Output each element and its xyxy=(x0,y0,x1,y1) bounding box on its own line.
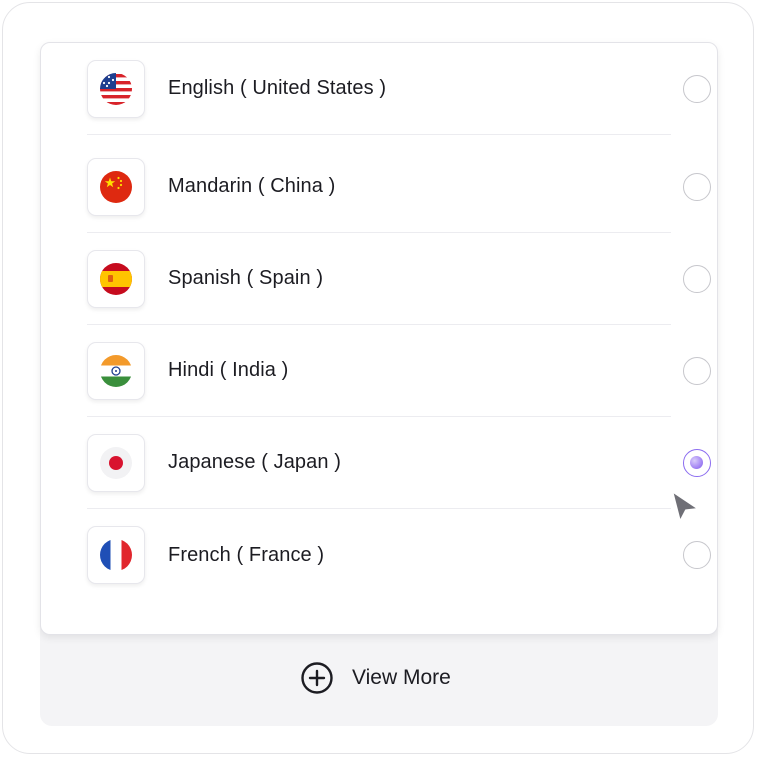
language-label: Spanish ( Spain ) xyxy=(168,267,324,289)
plus-circle-icon xyxy=(301,662,333,694)
language-option-hindi[interactable]: Hindi ( India ) xyxy=(87,325,711,417)
language-label: French ( France ) xyxy=(168,543,325,566)
language-label: English ( United States ) xyxy=(168,77,387,99)
radio-button[interactable] xyxy=(683,541,711,569)
language-option-japanese[interactable]: Japanese ( Japan ) xyxy=(87,417,711,509)
language-option-french[interactable]: French ( France ) xyxy=(87,509,711,601)
language-label: Hindi ( India ) xyxy=(168,359,289,381)
language-option-spanish[interactable]: Spanish ( Spain ) xyxy=(87,233,711,325)
radio-button[interactable] xyxy=(683,356,711,385)
radio-button[interactable] xyxy=(683,264,711,293)
india-flag-icon xyxy=(87,341,145,400)
mouse-cursor-icon xyxy=(670,489,701,524)
france-flag-icon xyxy=(87,526,145,584)
language-option-mandarin[interactable]: Mandarin ( China ) xyxy=(87,141,711,233)
language-selector-card: English ( United States ) Mandarin ( Chi… xyxy=(40,42,718,635)
view-more-label: View More xyxy=(352,666,451,689)
language-label: Japanese ( Japan ) xyxy=(168,451,342,473)
radio-button[interactable] xyxy=(683,74,711,103)
us-flag-icon xyxy=(87,59,145,118)
language-option-english[interactable]: English ( United States ) xyxy=(87,43,711,135)
radio-button-selected[interactable] xyxy=(683,448,711,477)
radio-button[interactable] xyxy=(683,172,711,201)
spain-flag-icon xyxy=(87,249,145,308)
radio-dot xyxy=(690,455,703,469)
japan-flag-icon xyxy=(87,433,145,492)
view-more-button[interactable]: View More xyxy=(300,660,451,696)
china-flag-icon xyxy=(87,157,145,216)
language-label: Mandarin ( China ) xyxy=(168,175,336,197)
